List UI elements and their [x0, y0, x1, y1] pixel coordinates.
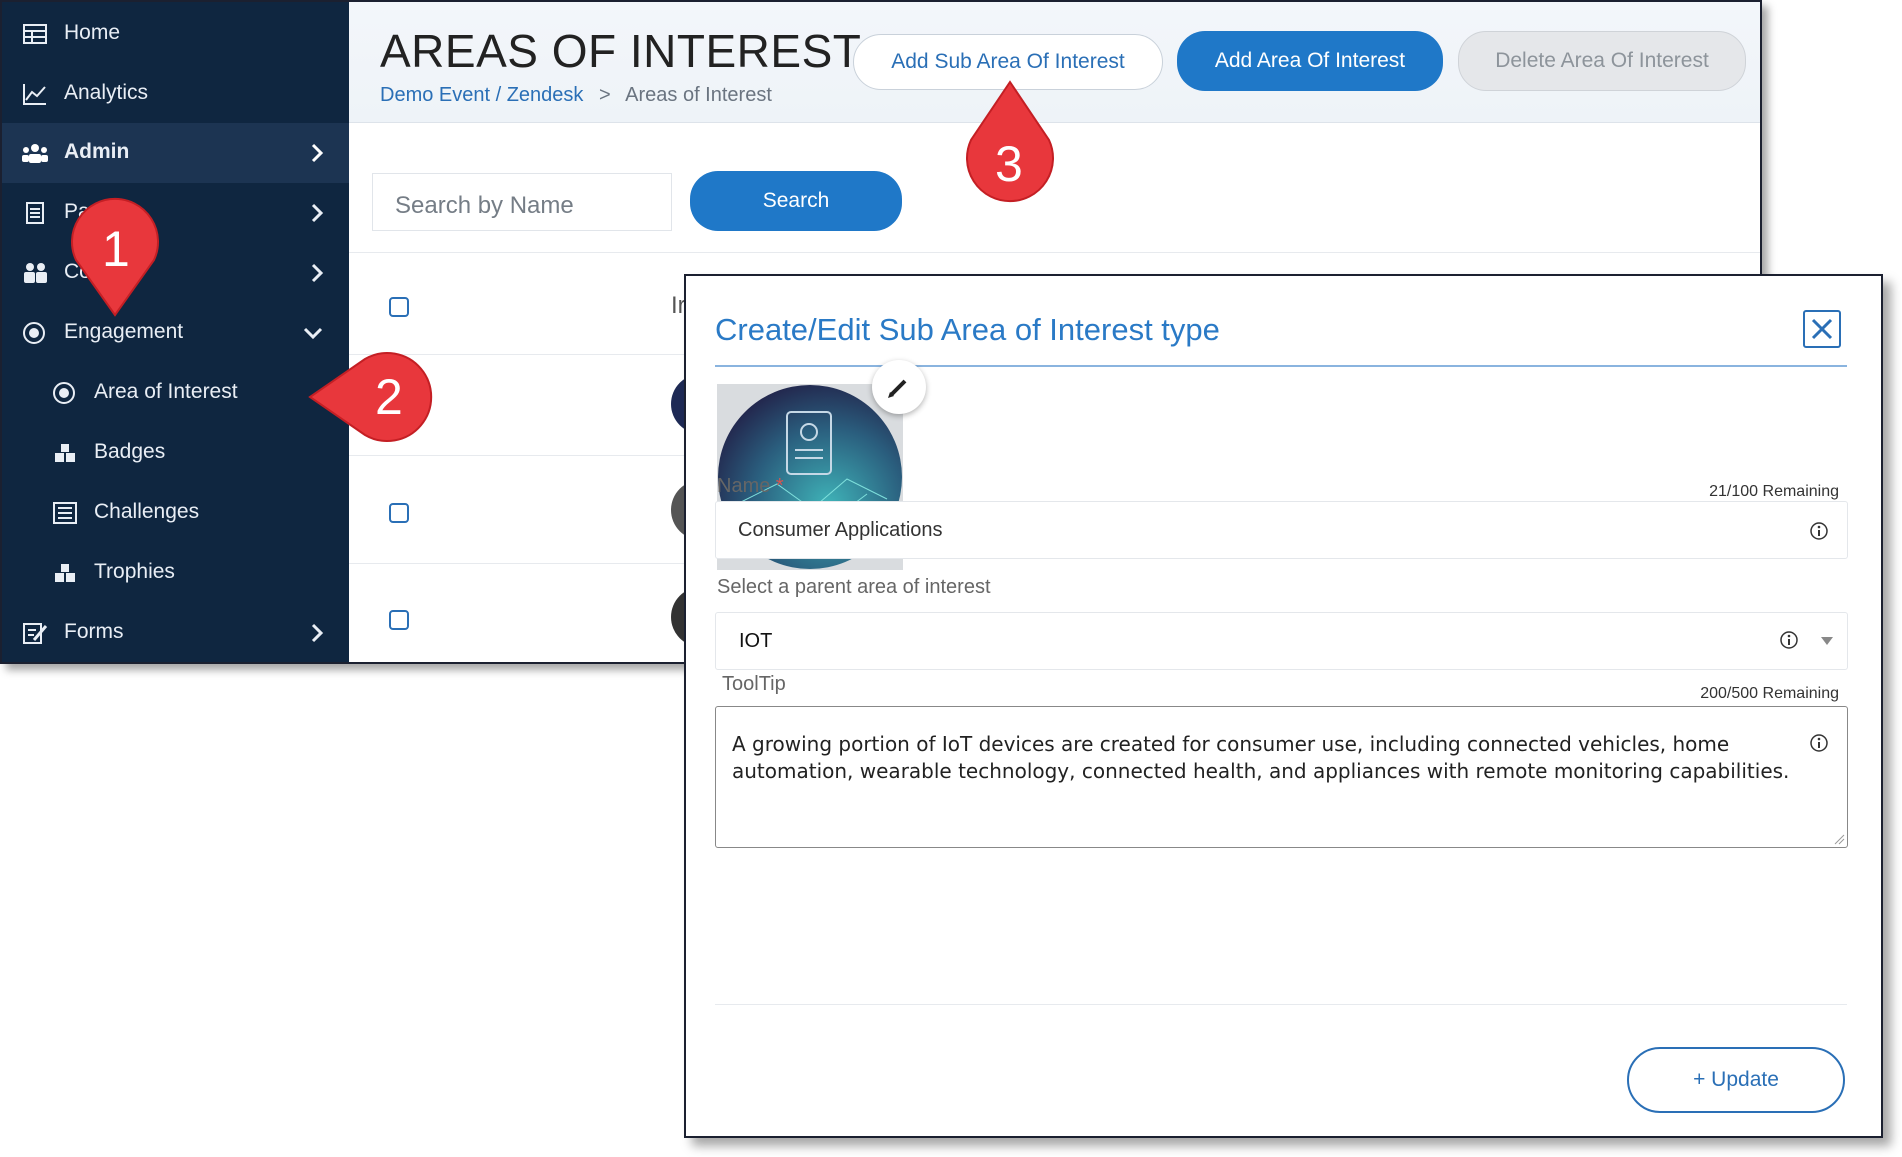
info-icon: [1810, 734, 1828, 752]
tooltip-label: ToolTip: [722, 673, 786, 695]
name-label: Name *: [717, 475, 784, 497]
row-checkbox[interactable]: [389, 610, 409, 630]
name-field[interactable]: Consumer Applications: [715, 501, 1848, 559]
sidebar-item-label: Admin: [64, 140, 130, 163]
dropdown-arrow-icon: [1821, 637, 1833, 645]
edit-sub-area-modal: Create/Edit Sub Area of Interest type Na…: [684, 274, 1883, 1138]
add-area-button[interactable]: Add Area Of Interest: [1177, 31, 1443, 91]
sidebar-item-label: Challenges: [94, 500, 200, 523]
required-mark: *: [775, 475, 784, 497]
tooltip-textarea[interactable]: A growing portion of IoT devices are cre…: [715, 706, 1848, 848]
callout-number: 2: [375, 369, 403, 425]
callout-number: 3: [995, 136, 1023, 192]
chevron-right-icon: [311, 623, 324, 643]
close-icon: [1811, 318, 1833, 340]
modal-title: Create/Edit Sub Area of Interest type: [715, 312, 1220, 347]
sidebar-item-engagement[interactable]: Engagement: [2, 303, 349, 363]
sidebar-item-challenges[interactable]: Challenges: [2, 483, 349, 543]
sidebar-item-label: Analytics: [64, 81, 149, 104]
parent-select[interactable]: IOT: [715, 612, 1848, 670]
parent-value: IOT: [739, 630, 773, 652]
chevron-right-icon: [311, 203, 324, 223]
sidebar-item-home[interactable]: Home: [2, 4, 349, 64]
sidebar-item-contacts[interactable]: Co: [2, 243, 349, 303]
tooltip-value: A growing portion of IoT devices are cre…: [732, 732, 1790, 783]
form-edit-icon: [23, 623, 48, 644]
close-button[interactable]: [1803, 310, 1841, 348]
boxes-icon: [55, 444, 75, 462]
chevron-right-icon: [311, 263, 324, 283]
people-icon: [24, 263, 47, 283]
radio-icon: [53, 382, 75, 404]
parent-label: Select a parent area of interest: [717, 576, 991, 598]
boxes-icon: [55, 564, 75, 582]
breadcrumb-current: Areas of Interest: [625, 84, 772, 106]
users-icon: [22, 144, 48, 163]
name-counter: 21/100 Remaining: [1709, 483, 1839, 500]
chevron-right-icon: [311, 143, 324, 163]
divider: [349, 252, 1760, 253]
sidebar-item-pages[interactable]: Pa: [2, 183, 349, 243]
sidebar-item-label: Badges: [94, 440, 166, 463]
pencil-icon: [888, 379, 907, 398]
sidebar-item-label: Home: [64, 21, 121, 44]
info-icon: [1780, 631, 1798, 649]
sidebar: Home Analytics Admin Pa Co Engagement Ar…: [2, 2, 349, 662]
target-icon: [23, 322, 45, 344]
sidebar-item-label: Area of Interest: [94, 380, 238, 403]
update-button[interactable]: + Update: [1627, 1047, 1845, 1113]
info-icon: [1810, 522, 1828, 540]
sidebar-item-badges[interactable]: Badges: [2, 423, 349, 483]
sidebar-item-label: Forms: [64, 620, 124, 643]
sidebar-item-label: Trophies: [94, 560, 175, 583]
chart-icon: [23, 84, 46, 105]
breadcrumb-separator: >: [599, 84, 611, 106]
tooltip-counter: 200/500 Remaining: [1700, 685, 1839, 702]
breadcrumb-link[interactable]: Demo Event / Zendesk: [380, 84, 583, 106]
resize-handle-icon[interactable]: [1833, 833, 1845, 845]
search-input[interactable]: Search by Name: [372, 173, 672, 231]
sidebar-item-forms[interactable]: Forms: [2, 603, 349, 662]
list-icon: [53, 502, 77, 524]
sidebar-item-analytics[interactable]: Analytics: [2, 64, 349, 124]
sidebar-item-admin[interactable]: Admin: [2, 123, 349, 183]
edit-image-button[interactable]: [872, 360, 926, 414]
table-icon: [23, 24, 47, 44]
name-value: Consumer Applications: [738, 519, 943, 541]
sidebar-item-label: Engagement: [64, 320, 184, 343]
select-all-checkbox[interactable]: [389, 297, 409, 317]
row-checkbox[interactable]: [389, 503, 409, 523]
document-icon: [26, 202, 44, 224]
sidebar-item-area-of-interest[interactable]: Area of Interest: [2, 363, 349, 423]
search-button[interactable]: Search: [690, 171, 902, 231]
callout-number: 1: [102, 221, 130, 277]
divider: [715, 1004, 1847, 1005]
chevron-down-icon: [303, 327, 323, 340]
sidebar-item-trophies[interactable]: Trophies: [2, 543, 349, 603]
breadcrumb: Demo Event / Zendesk > Areas of Interest: [380, 84, 772, 107]
page-title: AREAS OF INTEREST: [380, 25, 862, 77]
delete-area-button[interactable]: Delete Area Of Interest: [1458, 31, 1746, 91]
